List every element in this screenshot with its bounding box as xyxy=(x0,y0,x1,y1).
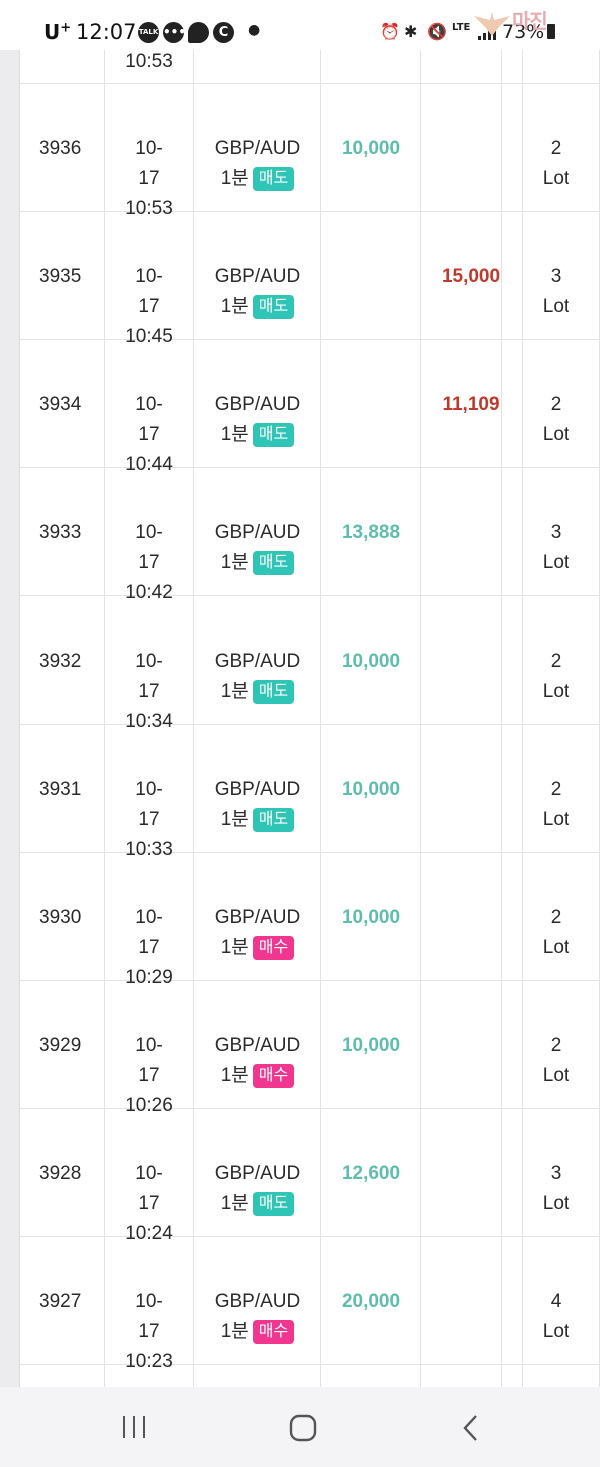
side-badge: 매도 xyxy=(252,167,295,191)
trade-datetime: 10- 17 10:42 xyxy=(125,522,173,603)
trade-symbol: GBP/AUD 1분 매도 xyxy=(214,522,301,575)
period-label: 1분 xyxy=(220,1193,249,1214)
side-badge: 매도 xyxy=(252,423,295,447)
message-icon xyxy=(188,22,209,43)
trade-id: 3933 xyxy=(39,522,82,543)
trade-symbol: GBP/AUD 1분 매도 xyxy=(214,1163,301,1216)
trade-id: 3934 xyxy=(39,394,82,415)
side-badge: 매수 xyxy=(252,1064,295,1088)
trade-symbol: GBP/AUD 1분 매도 xyxy=(214,138,301,191)
side-badge: 매도 xyxy=(252,680,295,704)
profit-value: 10,000 xyxy=(341,779,401,800)
table-row[interactable]: 3934 10- 17 10:44 GBP/AUD 1분 매도 11,109 2 Lot xyxy=(20,339,600,475)
side-badge: 매도 xyxy=(252,1192,295,1216)
lot-size: 2 Lot xyxy=(542,394,570,445)
table-row[interactable]: 3931 10- 17 10:33 GBP/AUD 1분 매도 10,000 2 Lot xyxy=(20,724,600,860)
trade-id: 3932 xyxy=(39,651,82,672)
bluetooth-icon: ✱ xyxy=(404,22,418,41)
trade-id: 3930 xyxy=(39,907,82,928)
trade-id: 3928 xyxy=(39,1163,82,1184)
profit-value: 10,000 xyxy=(341,651,401,672)
lot-size: 2 Lot xyxy=(542,907,570,958)
talk-icon: TALK xyxy=(138,22,159,43)
trade-time: 10:53 xyxy=(125,51,173,72)
watermark-text: 마진 xyxy=(512,9,548,33)
table-row[interactable]: 3932 10- 17 10:34 GBP/AUD 1분 매도 10,000 2 Lot xyxy=(20,596,600,732)
trade-symbol: GBP/AUD 1분 매도 xyxy=(214,266,301,319)
trade-symbol: GBP/AUD 1분 매수 xyxy=(214,1035,301,1088)
c-icon: C xyxy=(213,22,234,43)
status-time: 12:07 xyxy=(76,20,137,44)
trade-id: 3927 xyxy=(39,1291,82,1312)
profit-value: 12,600 xyxy=(341,1163,401,1184)
table-row[interactable]: 3927 10- 17 10:23 GBP/AUD 1분 매수 20,000 4 Lot xyxy=(20,1236,600,1372)
recent-apps-icon[interactable] xyxy=(120,1413,150,1441)
wings-icon xyxy=(474,12,510,36)
period-label: 1분 xyxy=(220,1321,249,1342)
profit-value: 10,000 xyxy=(341,907,401,928)
table-row[interactable]: 3929 10- 17 10:26 GBP/AUD 1분 매수 10,000 2 Lot xyxy=(20,980,600,1116)
lot-size: 2 Lot xyxy=(542,138,570,189)
navigation-bar xyxy=(0,1387,600,1467)
table-row[interactable]: 3935 10- 17 10:45 GBP/AUD 1분 매도 15,000 3 Lot xyxy=(20,211,600,347)
carrier-label: U+ xyxy=(44,20,72,44)
profit-value: 10,000 xyxy=(341,1035,401,1056)
table-row[interactable]: 3933 10- 17 10:42 GBP/AUD 1분 매도 13,888 3 Lot xyxy=(20,467,600,603)
table-row[interactable]: 10:53 xyxy=(20,50,600,84)
trade-symbol: GBP/AUD 1분 매도 xyxy=(214,779,301,832)
watermark-logo: 마진 xyxy=(470,2,596,44)
trade-id: 3931 xyxy=(39,779,82,800)
period-label: 1분 xyxy=(220,552,249,573)
trade-symbol: GBP/AUD 1분 매도 xyxy=(214,651,301,704)
trade-id: 3929 xyxy=(39,1035,82,1056)
status-bar: U+ 12:07 TALK ••• C ● ⏰ ✱ 🔇 LTE 73% 마진 xyxy=(0,0,600,50)
alarm-icon: ⏰ xyxy=(380,22,400,41)
trade-symbol: GBP/AUD 1분 매도 xyxy=(214,394,301,447)
loss-value: 15,000 xyxy=(441,266,501,287)
lot-size: 2 Lot xyxy=(542,1035,570,1086)
side-badge: 매수 xyxy=(252,936,295,960)
period-label: 1분 xyxy=(220,168,249,189)
home-icon[interactable] xyxy=(288,1413,318,1443)
period-label: 1분 xyxy=(220,809,249,830)
lte-icon: LTE xyxy=(452,22,471,33)
lot-size: 2 Lot xyxy=(542,779,570,830)
mute-icon: 🔇 xyxy=(427,22,447,41)
profit-value: 13,888 xyxy=(341,522,401,543)
profit-value: 20,000 xyxy=(341,1291,401,1312)
chat-icon: ••• xyxy=(163,22,186,43)
period-label: 1분 xyxy=(220,937,249,958)
profit-value: 10,000 xyxy=(341,138,401,159)
lot-size: 4 Lot xyxy=(542,1291,570,1342)
trade-id: 3936 xyxy=(39,138,82,159)
lot-size: 3 Lot xyxy=(542,522,570,573)
loss-value: 11,109 xyxy=(442,394,500,415)
trade-history-table[interactable]: 10:53 3936 10- 17 10:53 GBP/AUD 1분 매도 10,000… xyxy=(19,50,600,1387)
period-label: 1분 xyxy=(220,1065,249,1086)
back-icon[interactable] xyxy=(458,1413,484,1443)
side-badge: 매도 xyxy=(252,551,295,575)
lot-size: 2 Lot xyxy=(542,651,570,702)
side-badge: 매수 xyxy=(252,1320,295,1344)
period-label: 1분 xyxy=(220,296,249,317)
period-label: 1분 xyxy=(220,424,249,445)
trade-symbol: GBP/AUD 1분 매수 xyxy=(214,907,301,960)
table-row[interactable]: 3928 10- 17 10:24 GBP/AUD 1분 매도 12,600 3 Lot xyxy=(20,1108,600,1244)
trade-symbol: GBP/AUD 1분 매수 xyxy=(214,1291,301,1344)
table-row[interactable]: 3930 10- 17 10:29 GBP/AUD 1분 매수 10,000 2 Lot xyxy=(20,852,600,988)
table-row[interactable]: 3936 10- 17 10:53 GBP/AUD 1분 매도 10,000 2 Lot xyxy=(20,83,600,219)
more-notifications-dot: ● xyxy=(248,22,261,38)
lot-size: 3 Lot xyxy=(542,1163,570,1214)
trade-id: 3935 xyxy=(39,266,82,287)
period-label: 1분 xyxy=(220,681,249,702)
side-badge: 매도 xyxy=(252,295,295,319)
trade-datetime: 10- 17 10:23 xyxy=(125,1291,173,1372)
lot-size: 3 Lot xyxy=(542,266,570,317)
side-badge: 매도 xyxy=(252,808,295,832)
